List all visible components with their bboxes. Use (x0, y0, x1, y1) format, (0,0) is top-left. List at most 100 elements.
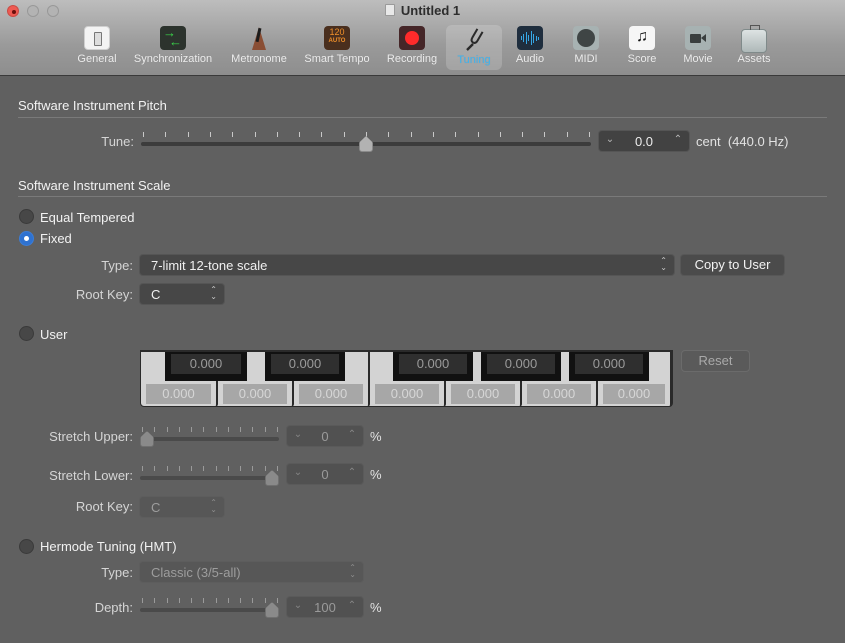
white-key-cent-field[interactable]: 0.000 (223, 384, 287, 404)
slider-tick (191, 598, 193, 603)
toolbar-movie[interactable]: Movie (678, 24, 718, 70)
slider-tick (410, 132, 412, 137)
black-key: 0.000 (481, 352, 561, 381)
stretch-lower-slider[interactable] (140, 462, 279, 486)
slider-ticks (142, 427, 278, 433)
slider-tick (321, 132, 323, 137)
stretch-lower-label: Stretch Lower: (49, 468, 133, 483)
user-root-key-value: C (151, 500, 161, 515)
hermode-label[interactable]: Hermode Tuning (HMT) (40, 539, 177, 554)
stretch-upper-label: Stretch Upper: (49, 429, 133, 444)
slider-tick (522, 132, 524, 137)
black-key-cent-field[interactable]: 0.000 (575, 354, 643, 374)
slider-tick (191, 427, 193, 432)
toolbar-midi[interactable]: MIDI (567, 24, 605, 70)
toolbar-assets[interactable]: Assets (733, 24, 775, 70)
slider-ticks (142, 466, 278, 472)
slider-tick (166, 466, 168, 471)
depth-stepper[interactable]: ⌄ 100 ⌃ (286, 596, 364, 618)
stretch-upper-slider[interactable] (140, 423, 279, 447)
slider-tick (240, 598, 242, 603)
stretch-upper-stepper[interactable]: ⌄ 0 ⌃ (286, 425, 364, 447)
toolbar-label: Recording (386, 53, 438, 65)
tune-unit-text: cent (696, 134, 721, 149)
slider-tick (178, 427, 180, 432)
white-key-cent-field[interactable]: 0.000 (299, 384, 363, 404)
tune-stepper[interactable]: ⌄ 0.0 ⌃ (598, 130, 690, 152)
black-key-cent-field[interactable]: 0.000 (487, 354, 555, 374)
fixed-type-popup[interactable]: 7-limit 12-tone scale ⌃ ⌄ (139, 254, 675, 276)
equal-tempered-radio[interactable] (19, 209, 34, 224)
chevron-up-icon[interactable]: ⌃ (671, 134, 685, 145)
fixed-label[interactable]: Fixed (40, 231, 72, 246)
slider-tick (264, 598, 266, 603)
slider-tick (252, 598, 254, 603)
toolbar-smart-tempo[interactable]: 120 AUTO Smart Tempo (300, 24, 374, 70)
stretch-lower-stepper[interactable]: ⌄ 0 ⌃ (286, 463, 364, 485)
hermode-type-popup[interactable]: Classic (3/5-all) ⌃ ⌄ (139, 561, 364, 583)
slider-tick (203, 466, 205, 471)
percent-unit: % (370, 600, 382, 615)
hermode-radio[interactable] (19, 539, 34, 554)
slider-tick (187, 132, 189, 137)
white-key-cent-field[interactable]: 0.000 (527, 384, 591, 404)
black-key: 0.000 (569, 352, 649, 381)
slider-thumb[interactable] (359, 136, 373, 152)
white-key-cent-field[interactable]: 0.000 (451, 384, 515, 404)
chevron-up-icon[interactable]: ⌃ (345, 467, 359, 478)
chevron-up-icon[interactable]: ⌃ (345, 600, 359, 611)
slider-thumb[interactable] (140, 431, 154, 447)
user-label[interactable]: User (40, 327, 67, 342)
slider-tick (276, 132, 278, 137)
reset-button[interactable]: Reset (681, 350, 750, 372)
black-key-cent-field[interactable]: 0.000 (171, 354, 241, 374)
slider-tick (240, 466, 242, 471)
black-key-cent-field[interactable]: 0.000 (271, 354, 339, 374)
user-root-key-popup[interactable]: C ⌃ ⌄ (139, 496, 225, 518)
equal-tempered-label[interactable]: Equal Tempered (40, 210, 134, 225)
white-key-cent-field[interactable]: 0.000 (603, 384, 665, 404)
slider-tick (215, 598, 217, 603)
fixed-root-key-label: Root Key: (75, 287, 133, 302)
toolbar-tuning[interactable]: Tuning (446, 25, 502, 70)
slider-tick (215, 466, 217, 471)
slider-thumb[interactable] (265, 470, 279, 486)
black-key-cent-field[interactable]: 0.000 (399, 354, 467, 374)
fixed-root-key-popup[interactable]: C ⌃ ⌄ (139, 283, 225, 305)
slider-tick (178, 598, 180, 603)
tune-slider[interactable] (141, 128, 591, 152)
slider-tick (215, 427, 217, 432)
toolbar-score[interactable]: ♫ Score (622, 24, 662, 70)
white-key-cent-field[interactable]: 0.000 (146, 384, 211, 404)
chevron-up-icon[interactable]: ⌃ (345, 429, 359, 440)
slider-tick (154, 598, 156, 603)
video-camera-icon (685, 26, 711, 50)
slider-tick (191, 466, 193, 471)
slider-tick (388, 132, 390, 137)
slider-tick (264, 466, 266, 471)
copy-to-user-button[interactable]: Copy to User (680, 254, 785, 276)
slider-tick (232, 132, 234, 137)
midi-connector-icon (573, 26, 599, 50)
preferences-toolbar: General → ← Synchronization Metronome 120… (0, 24, 845, 70)
slider-tick (299, 132, 301, 137)
toolbar-general[interactable]: General (74, 24, 120, 70)
slider-tick (544, 132, 546, 137)
user-radio[interactable] (19, 326, 34, 341)
toolbar-synchronization[interactable]: → ← Synchronization (129, 24, 217, 70)
slider-tick (142, 466, 143, 471)
slider-tick (166, 598, 168, 603)
document-icon (384, 4, 395, 16)
depth-slider[interactable] (140, 594, 279, 618)
toolbar-label: Assets (737, 53, 771, 65)
slider-tick (227, 466, 229, 471)
white-key-cent-field[interactable]: 0.000 (375, 384, 439, 404)
toolbar-audio[interactable]: Audio (511, 24, 549, 70)
toolbar-metronome[interactable]: Metronome (227, 24, 291, 70)
black-key: 0.000 (165, 352, 247, 381)
toolbar-recording[interactable]: Recording (383, 24, 441, 70)
briefcase-icon (741, 25, 767, 53)
fixed-radio[interactable] (19, 231, 34, 246)
fixed-type-label: Type: (101, 258, 133, 273)
slider-thumb[interactable] (265, 602, 279, 618)
